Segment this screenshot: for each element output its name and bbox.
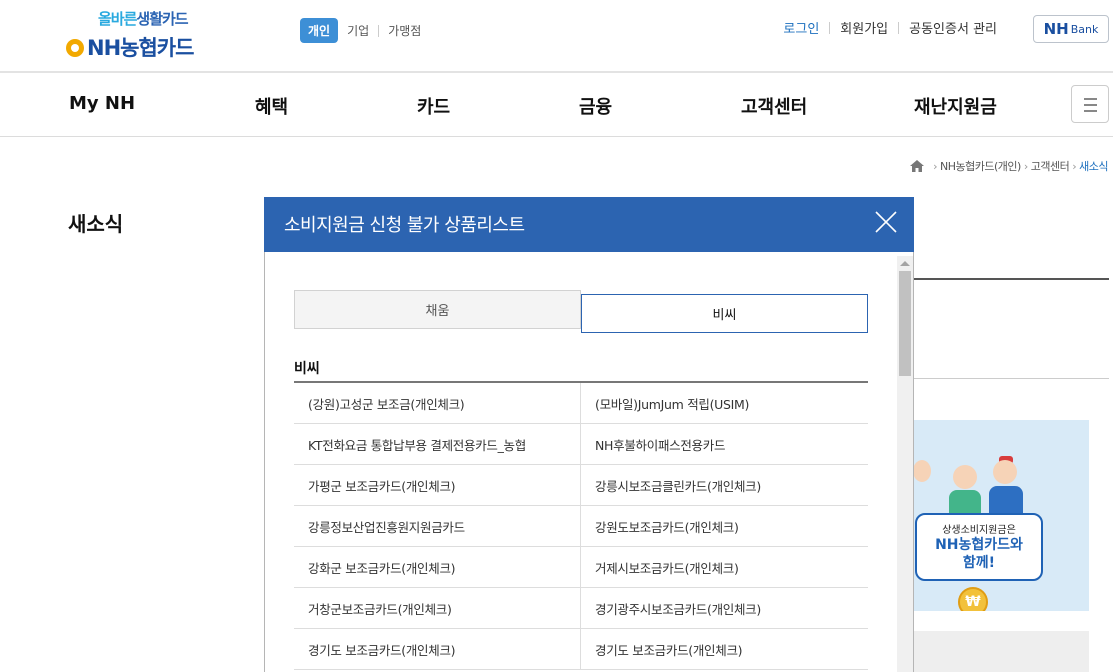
product-cell: 강원도보조금카드(개인체크) (595, 519, 739, 535)
scroll-up-arrow-icon[interactable] (900, 261, 910, 266)
menu-bar (1084, 104, 1097, 106)
modal-header: 소비지원금 신청 불가 상품리스트 (264, 197, 914, 252)
nh-mark-icon (66, 39, 84, 57)
nav-finance[interactable]: 금융 (579, 93, 612, 119)
breadcrumb-current: 새소식 (1079, 160, 1108, 173)
home-icon[interactable] (910, 160, 925, 172)
product-cell: 거제시보조금카드(개인체크) (595, 560, 739, 576)
person-illustration (953, 465, 977, 489)
segment-tab-personal[interactable]: 개인 (300, 18, 339, 43)
nav-benefits[interactable]: 혜택 (255, 93, 288, 119)
modal-scrollbar[interactable] (897, 256, 913, 672)
table-row: 가평군 보조금카드(개인체크) 강릉시보조금클린카드(개인체크) (294, 465, 868, 506)
logo-slogan: 올바른생활카드 (98, 8, 189, 29)
logo-slogan-b: 생활카드 (136, 10, 188, 28)
logo-brand-text: NH농협카드 (87, 36, 194, 60)
product-cell: NH후불하이패스전용카드 (595, 437, 726, 453)
segment-tab-merchant[interactable]: 가맹점 (379, 18, 430, 43)
menu-bar (1084, 110, 1097, 112)
banner-line2: NH농협카드와 (935, 537, 1023, 553)
table-row: 강릉정보산업진흥원지원금카드 강원도보조금카드(개인체크) (294, 506, 868, 547)
banner-line3: 함께! (962, 555, 996, 571)
menu-bar (1084, 98, 1097, 100)
table-row: 거창군보조금카드(개인체크) 경기광주시보조금카드(개인체크) (294, 588, 868, 629)
nh-bank-sub: Bank (1070, 22, 1099, 36)
close-icon[interactable] (872, 208, 900, 236)
breadcrumb-item[interactable]: NH농협카드(개인) (940, 158, 1021, 174)
nh-card-logo[interactable]: 올바른생활카드 NH농협카드 (66, 6, 226, 60)
product-cell: KT전화요금 통합납부용 결제전용카드_농협 (294, 424, 581, 464)
banner-bubble: 상생소비지원금은 NH농협카드와 함께! (915, 513, 1043, 581)
product-cell: 경기광주시보조금카드(개인체크) (595, 601, 761, 617)
content-divider (913, 378, 1109, 379)
page: 올바른생활카드 NH농협카드 개인 기업 가맹점 로그인 회원가입 공동인증서 … (0, 0, 1113, 672)
segment-tab-business[interactable]: 기업 (338, 18, 378, 43)
chevron-right-icon: › (1072, 159, 1077, 173)
table-row: 경기도 보조금카드(개인체크) 경기도 보조금카드(개인체크) (294, 629, 868, 670)
section-title: 비씨 (294, 361, 320, 377)
scroll-thumb[interactable] (899, 271, 911, 376)
segment-tabs: 개인 기업 가맹점 (300, 18, 430, 43)
product-cell: 강화군 보조금카드(개인체크) (294, 547, 581, 587)
nav-disaster-support[interactable]: 재난지원금 (914, 93, 997, 119)
logo-brand: NH농협카드 (66, 32, 194, 62)
all-menu-button[interactable] (1071, 85, 1109, 123)
tab-bc[interactable]: 비씨 (581, 294, 868, 333)
product-list: (강원)고성군 보조금(개인체크) (모바일)JumJum 적립(USIM) K… (294, 383, 868, 670)
table-row: (강원)고성군 보조금(개인체크) (모바일)JumJum 적립(USIM) (294, 383, 868, 424)
utility-links: 로그인 회원가입 공동인증서 관리 (773, 18, 1007, 37)
product-cell: 강릉정보산업진흥원지원금카드 (294, 506, 581, 546)
breadcrumb: › NH농협카드(개인) › 고객센터 › 새소식 (910, 158, 1108, 174)
nav-card[interactable]: 카드 (417, 93, 450, 119)
signup-link[interactable]: 회원가입 (830, 18, 898, 37)
nav-customer-center[interactable]: 고객센터 (741, 93, 807, 119)
product-cell: (모바일)JumJum 적립(USIM) (595, 396, 750, 412)
table-row: 강화군 보조금카드(개인체크) 거제시보조금카드(개인체크) (294, 547, 868, 588)
breadcrumb-item[interactable]: 고객센터 (1031, 158, 1070, 174)
product-cell: 가평군 보조금카드(개인체크) (294, 465, 581, 505)
person-illustration (993, 460, 1017, 484)
content-divider (913, 278, 1109, 280)
person-illustration (913, 460, 931, 482)
tab-chaeum[interactable]: 채움 (294, 290, 581, 329)
nh-bank-button[interactable]: NH Bank (1033, 15, 1109, 43)
product-cell: 강릉시보조금클린카드(개인체크) (595, 478, 761, 494)
coin-icon: ₩ (958, 587, 988, 611)
logo-slogan-a: 올바른 (98, 10, 137, 28)
nh-bank-main: NH (1043, 20, 1069, 38)
nav-my-nh[interactable]: My NH (69, 93, 135, 114)
table-row: KT전화요금 통합납부용 결제전용카드_농협 NH후불하이패스전용카드 (294, 424, 868, 465)
product-cell: 경기도 보조금카드(개인체크) (294, 629, 581, 669)
content-box (913, 631, 1089, 672)
chevron-right-icon: › (933, 159, 938, 173)
main-nav: My NH 혜택 카드 금융 고객센터 재난지원금 (0, 73, 1113, 137)
certificate-link[interactable]: 공동인증서 관리 (899, 18, 1007, 37)
promo-banner[interactable]: 상생소비지원금은 NH농협카드와 함께! ₩ (913, 420, 1089, 611)
page-title: 새소식 (68, 212, 124, 236)
banner-line1: 상생소비지원금은 (942, 525, 1016, 536)
product-cell: 경기도 보조금카드(개인체크) (595, 642, 743, 658)
product-cell: 거창군보조금카드(개인체크) (294, 588, 581, 628)
product-cell: (강원)고성군 보조금(개인체크) (294, 383, 581, 423)
modal-title: 소비지원금 신청 불가 상품리스트 (284, 215, 525, 236)
login-link[interactable]: 로그인 (773, 18, 829, 37)
chevron-right-icon: › (1023, 159, 1028, 173)
